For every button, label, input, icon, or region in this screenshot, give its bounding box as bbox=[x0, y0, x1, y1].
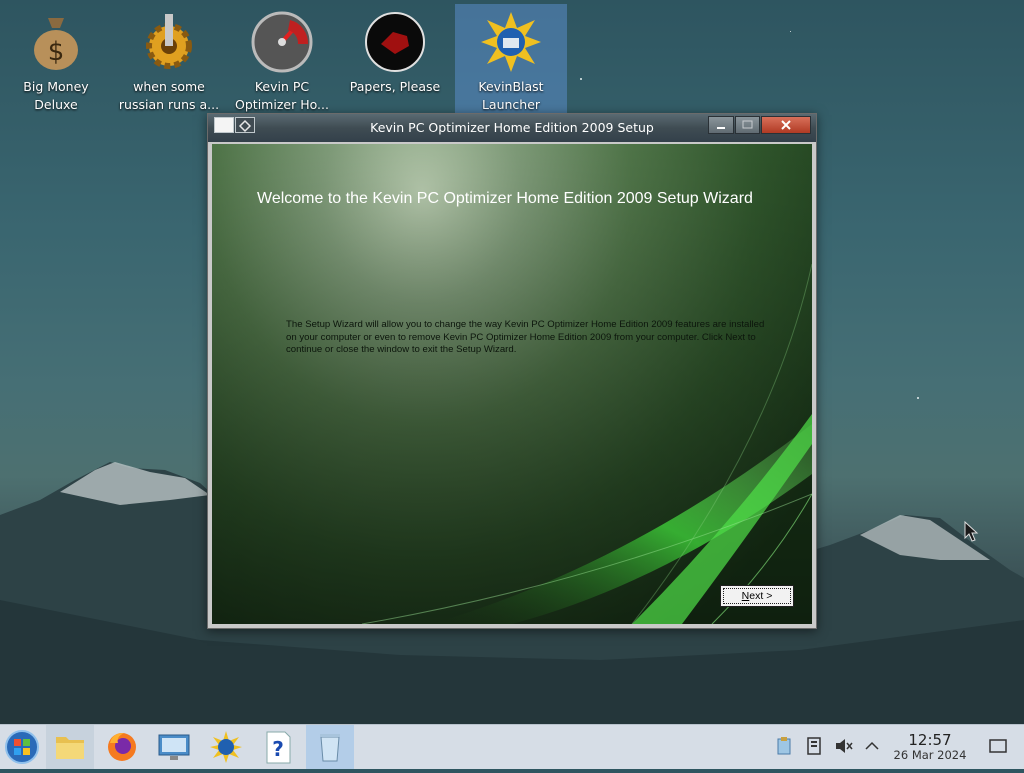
help-icon: ? bbox=[266, 731, 291, 764]
desktop-icon-label: when some russian runs a... bbox=[118, 79, 220, 112]
svg-text:?: ? bbox=[272, 737, 284, 761]
file-manager-icon bbox=[56, 737, 84, 759]
tray-expand[interactable] bbox=[861, 735, 883, 757]
svg-text:$: $ bbox=[48, 37, 65, 67]
tray-clipboard[interactable] bbox=[773, 735, 795, 757]
desktop-icon-big-money[interactable]: $ Big Money Deluxe bbox=[0, 4, 112, 114]
wizard-background-art bbox=[212, 144, 812, 624]
taskbar-kevinblast[interactable] bbox=[202, 725, 250, 769]
show-desktop-button[interactable] bbox=[987, 735, 1009, 757]
close-icon bbox=[781, 120, 791, 130]
desktop-icon-papers-please[interactable]: Papers, Please bbox=[339, 4, 451, 114]
tray-storage[interactable] bbox=[803, 735, 825, 757]
control-panel-icon bbox=[158, 734, 190, 760]
mouse-cursor-icon bbox=[964, 521, 979, 542]
money-bag-icon: $ bbox=[34, 18, 78, 70]
kevinblast-icon bbox=[481, 12, 541, 72]
recycle-bin-icon bbox=[320, 734, 340, 762]
minimize-icon bbox=[717, 127, 725, 129]
next-label: ext > bbox=[749, 590, 773, 602]
taskbar-recycle-bin[interactable] bbox=[306, 725, 354, 769]
taskbar: ? bbox=[0, 724, 1024, 769]
wizard-panel: Welcome to the Kevin PC Optimizer Home E… bbox=[212, 144, 812, 624]
clipboard-icon bbox=[777, 737, 791, 755]
desktop-icon-label: Papers, Please bbox=[349, 79, 441, 94]
star bbox=[580, 78, 582, 80]
welcome-heading: Welcome to the Kevin PC Optimizer Home E… bbox=[257, 190, 753, 207]
close-button[interactable] bbox=[761, 116, 811, 134]
desktop-icon-kevinblast[interactable]: KevinBlast Launcher bbox=[455, 4, 567, 114]
maximize-icon bbox=[742, 120, 753, 129]
desktop-icon-label: Big Money Deluxe bbox=[23, 79, 89, 112]
desktop-icon-kevin-pc-optimizer[interactable]: Kevin PC Optimizer Ho... bbox=[226, 4, 338, 114]
desktop-icon-label: Kevin PC Optimizer Ho... bbox=[235, 79, 329, 112]
show-desktop-icon bbox=[989, 739, 1007, 753]
next-button[interactable]: Next > bbox=[720, 585, 794, 607]
storage-icon bbox=[807, 737, 821, 755]
taskbar-help[interactable]: ? bbox=[254, 725, 302, 769]
gauge-icon bbox=[251, 11, 313, 73]
start-button[interactable] bbox=[0, 725, 48, 769]
maximize-button[interactable] bbox=[735, 116, 760, 134]
kevinblast-icon bbox=[210, 731, 242, 763]
start-icon bbox=[5, 730, 39, 764]
star bbox=[790, 31, 791, 32]
minimize-button[interactable] bbox=[708, 116, 734, 134]
star bbox=[917, 397, 919, 399]
window-titlebar[interactable]: Kevin PC Optimizer Home Edition 2009 Set… bbox=[208, 114, 816, 142]
setup-window[interactable]: Kevin PC Optimizer Home Edition 2009 Set… bbox=[207, 113, 817, 629]
desktop-icon-russian[interactable]: when some russian runs a... bbox=[113, 4, 225, 114]
taskbar-firefox[interactable] bbox=[98, 725, 146, 769]
desktop-icon-label: KevinBlast Launcher bbox=[478, 79, 544, 112]
taskbar-control-panel[interactable] bbox=[150, 725, 198, 769]
clock-date[interactable]: 26 Mar 2024 bbox=[886, 748, 974, 762]
clock-time[interactable]: 12:57 bbox=[890, 731, 970, 749]
wizard-description: The Setup Wizard will allow you to chang… bbox=[286, 319, 765, 355]
papers-please-icon bbox=[365, 12, 425, 72]
tray-volume[interactable] bbox=[833, 735, 855, 757]
taskbar-file-manager[interactable] bbox=[46, 725, 94, 769]
firefox-icon bbox=[108, 733, 136, 761]
gear-icon bbox=[146, 14, 192, 69]
volume-muted-icon bbox=[836, 739, 853, 753]
chevron-up-icon bbox=[865, 741, 879, 750]
